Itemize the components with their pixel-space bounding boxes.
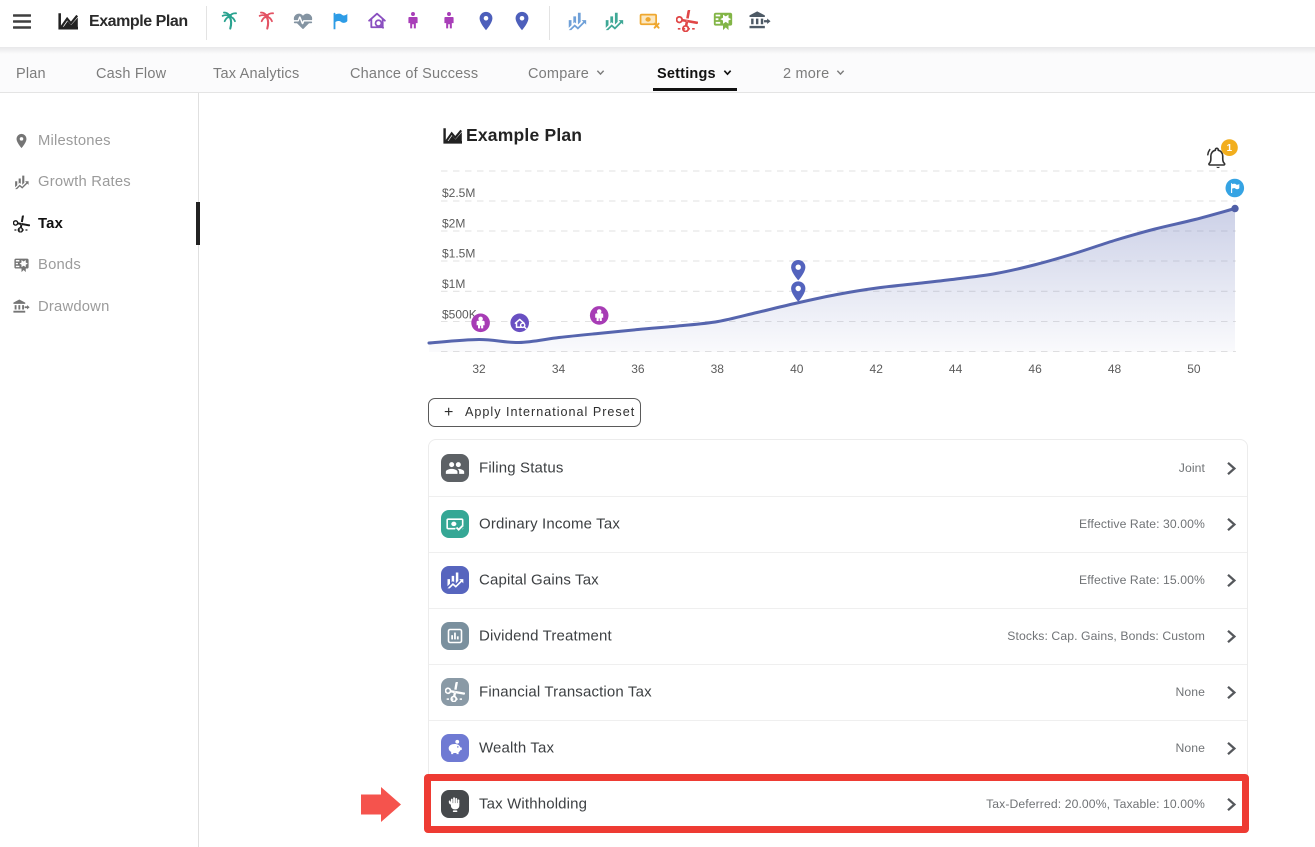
svg-text:50: 50 (1187, 362, 1201, 376)
svg-text:46: 46 (1028, 362, 1042, 376)
svg-text:42: 42 (870, 362, 884, 376)
svg-text:$2.5M: $2.5M (442, 186, 475, 200)
svg-text:48: 48 (1108, 362, 1122, 376)
svg-text:$500K: $500K (442, 308, 477, 322)
svg-text:$2M: $2M (442, 217, 465, 231)
svg-text:34: 34 (552, 362, 566, 376)
svg-text:32: 32 (472, 362, 486, 376)
svg-text:$1.5M: $1.5M (442, 247, 475, 261)
svg-text:40: 40 (790, 362, 804, 376)
svg-text:$1M: $1M (442, 277, 465, 291)
svg-text:38: 38 (711, 362, 725, 376)
svg-text:44: 44 (949, 362, 963, 376)
svg-text:36: 36 (631, 362, 645, 376)
